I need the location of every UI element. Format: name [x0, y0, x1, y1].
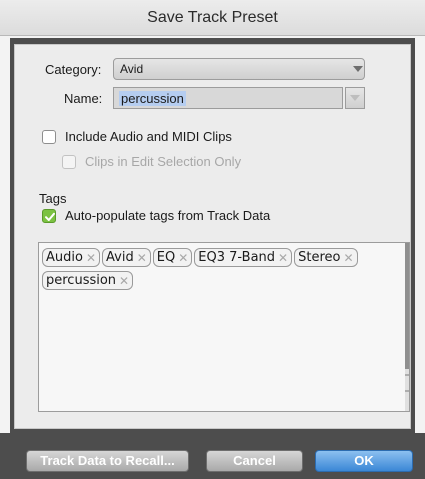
chevron-down-icon [350, 95, 360, 101]
checkmark-icon [45, 212, 55, 221]
close-icon[interactable]: ✕ [119, 274, 129, 288]
tag-label: EQ [156, 250, 176, 265]
tag-label: EQ3 7-Band [198, 250, 276, 265]
window-title: Save Track Preset [147, 9, 278, 26]
include-clips-label: Include Audio and MIDI Clips [65, 129, 232, 144]
name-label: Name: [64, 91, 103, 106]
tag-chip[interactable]: EQ3 7-Band ✕ [194, 248, 293, 267]
autopopulate-label: Auto-populate tags from Track Data [65, 208, 271, 223]
tag-chip[interactable]: percussion ✕ [42, 271, 134, 290]
tag-label: percussion [46, 273, 117, 288]
tag-label: Audio [46, 250, 83, 265]
name-dropdown-button[interactable] [345, 87, 365, 109]
category-select[interactable]: Avid [113, 58, 365, 80]
ok-button[interactable]: OK [315, 450, 413, 472]
tag-chip[interactable]: EQ ✕ [152, 248, 193, 267]
tag-label: Avid [106, 250, 134, 265]
scrollbar-grip-icon [405, 374, 409, 392]
cancel-button[interactable]: Cancel [206, 450, 303, 472]
category-label: Category: [45, 62, 102, 77]
tag-list: Audio ✕ Avid ✕ EQ ✕ EQ3 7-Band ✕ Stereo ✕ per… [42, 248, 387, 290]
close-icon[interactable]: ✕ [137, 251, 147, 265]
tag-chip[interactable]: Stereo ✕ [294, 248, 358, 267]
tags-heading: Tags [39, 191, 67, 206]
close-icon[interactable]: ✕ [86, 251, 96, 265]
clips-edit-selection-label: Clips in Edit Selection Only [85, 154, 242, 169]
name-input[interactable]: percussion [113, 87, 343, 109]
chevron-down-icon [353, 66, 363, 72]
include-clips-checkbox[interactable] [42, 130, 56, 144]
tags-scrollbar-thumb[interactable] [405, 243, 409, 369]
autopopulate-checkbox[interactable] [42, 209, 56, 223]
tag-chip[interactable]: Audio ✕ [42, 248, 101, 267]
track-data-to-recall-button[interactable]: Track Data to Recall... [26, 450, 189, 472]
clips-edit-selection-checkbox[interactable] [62, 155, 76, 169]
close-icon[interactable]: ✕ [343, 251, 353, 265]
tags-field[interactable]: Audio ✕ Avid ✕ EQ ✕ EQ3 7-Band ✕ Stereo ✕ per… [38, 242, 410, 412]
title-bar: Save Track Preset [0, 0, 425, 36]
tag-label: Stereo [298, 250, 341, 265]
name-input-text: percussion [119, 91, 186, 106]
tag-chip[interactable]: Avid ✕ [102, 248, 151, 267]
close-icon[interactable]: ✕ [178, 251, 188, 265]
category-value: Avid [120, 62, 144, 76]
close-icon[interactable]: ✕ [278, 251, 288, 265]
